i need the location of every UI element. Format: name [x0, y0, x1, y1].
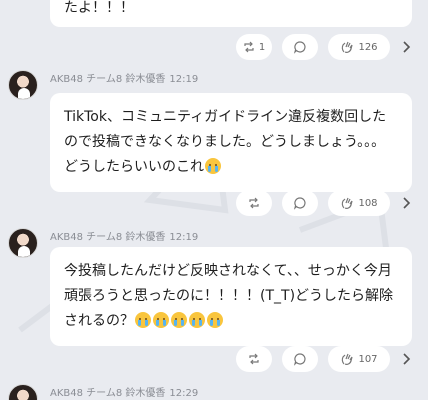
clap-icon — [342, 197, 354, 209]
crying-face-emoji — [171, 312, 187, 328]
repost-icon — [244, 41, 254, 53]
crying-face-emoji — [189, 312, 205, 328]
reply-button[interactable] — [282, 190, 318, 216]
crying-face-emoji — [135, 312, 151, 328]
message-actions: 107 — [0, 346, 428, 372]
clap-icon — [342, 41, 354, 53]
message-time: 12:19 — [169, 232, 199, 243]
message-bubble: たよ！！！ — [50, 0, 412, 27]
message-bubble: TikTok、コミュニティガイドライン違反複数回したので投稿できなくなりました。… — [50, 93, 412, 192]
like-count: 108 — [358, 197, 378, 209]
message-bubble: 今投稿したんだけど反映されなくて、、せっかく今月頑張ろうと思ったのに！！！！(T… — [50, 247, 412, 346]
repost-count: 1 — [258, 41, 266, 53]
repost-button[interactable]: 1 — [236, 34, 272, 60]
repost-icon — [249, 197, 259, 209]
reply-button[interactable] — [282, 346, 318, 372]
message-text: 今投稿したんだけど反映されなくて、、せっかく今月頑張ろうと思ったのに！！！！(T… — [64, 263, 394, 329]
message-time: 12:29 — [169, 388, 199, 399]
message-text: たよ！！！ — [64, 0, 134, 16]
repost-button[interactable] — [236, 190, 272, 216]
like-button[interactable]: 108 — [328, 190, 390, 216]
repost-icon — [249, 353, 259, 365]
reply-button[interactable] — [282, 34, 318, 60]
like-button[interactable]: 107 — [328, 346, 390, 372]
like-count: 107 — [358, 353, 378, 365]
crying-face-emoji — [153, 312, 169, 328]
message-text: TikTok、コミュニティガイドライン違反複数回したので投稿できなくなりました。… — [64, 109, 387, 175]
author-name: AKB48 チーム8 鈴木優香 — [50, 388, 166, 399]
author-name: AKB48 チーム8 鈴木優香 — [50, 232, 166, 243]
chevron-right-icon[interactable] — [401, 38, 413, 56]
crying-face-emoji — [207, 312, 223, 328]
message-meta: AKB48 チーム8 鈴木優香 12:19 — [50, 70, 198, 85]
author-name: AKB48 チーム8 鈴木優香 — [50, 74, 166, 85]
crying-face-emoji — [205, 158, 221, 174]
reply-bubble-icon — [293, 197, 306, 210]
like-count: 126 — [358, 41, 378, 53]
message-actions: 108 — [0, 190, 428, 216]
message-meta: AKB48 チーム8 鈴木優香 12:19 — [50, 228, 198, 243]
message-actions: 1 126 — [0, 34, 428, 60]
chevron-right-icon[interactable] — [401, 350, 413, 368]
avatar[interactable] — [8, 70, 38, 100]
message-meta: AKB48 チーム8 鈴木優香 12:29 — [50, 384, 198, 399]
chevron-right-icon[interactable] — [401, 194, 413, 212]
clap-icon — [342, 353, 354, 365]
avatar[interactable] — [8, 228, 38, 258]
avatar[interactable] — [8, 384, 38, 400]
reply-bubble-icon — [293, 41, 306, 54]
reply-bubble-icon — [293, 353, 306, 366]
repost-button[interactable] — [236, 346, 272, 372]
like-button[interactable]: 126 — [328, 34, 390, 60]
message-time: 12:19 — [169, 74, 199, 85]
